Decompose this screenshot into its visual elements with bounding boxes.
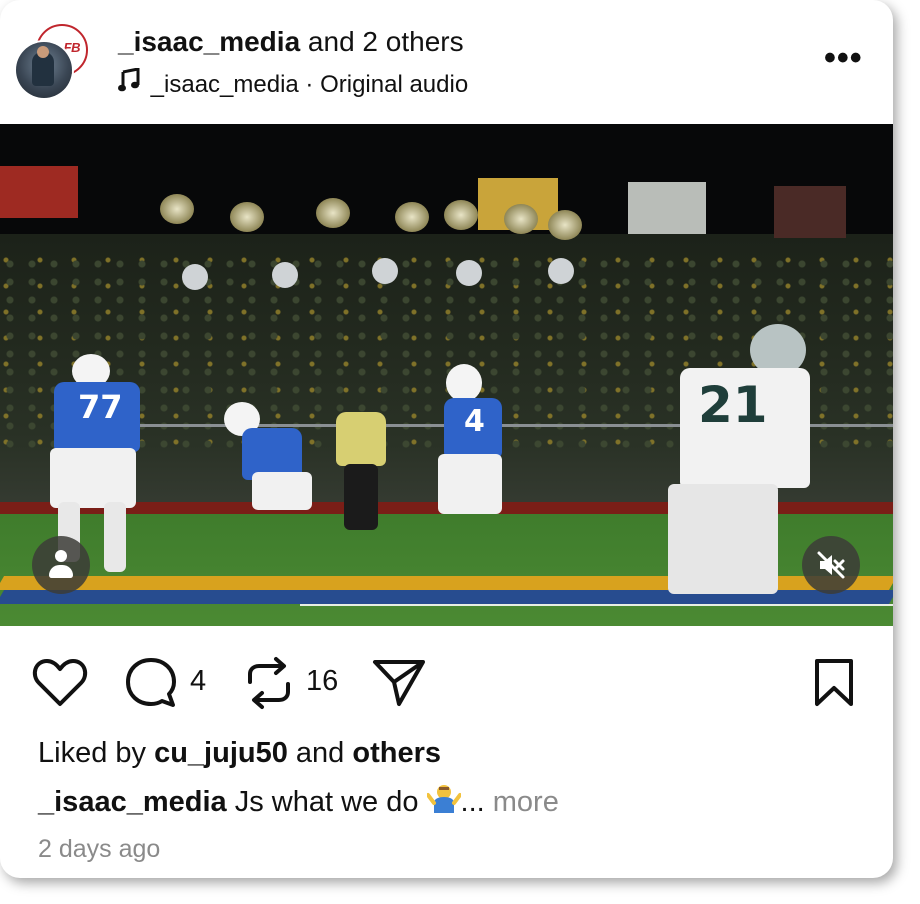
referee xyxy=(336,394,388,534)
timestamp: 2 days ago xyxy=(38,835,161,863)
tuba xyxy=(395,202,429,232)
post-card: FB _isaac_media and 2 others _isaac_medi… xyxy=(0,0,893,878)
tuba xyxy=(548,210,582,240)
audio-label: _isaac_media · Original audio xyxy=(150,71,469,98)
banner-left xyxy=(0,166,78,218)
avatar[interactable] xyxy=(16,42,72,98)
likes-middle: and xyxy=(287,737,353,769)
tuba xyxy=(444,200,478,230)
likes-prefix: Liked by xyxy=(38,737,155,769)
caption-author[interactable]: _isaac_media xyxy=(38,786,227,818)
action-bar: 4 16 xyxy=(0,640,893,730)
tuba xyxy=(230,202,264,232)
pants xyxy=(438,454,502,514)
caption: _isaac_media Js what we do ... more xyxy=(38,783,559,819)
pants xyxy=(668,484,778,594)
player-21: 21 xyxy=(632,324,822,624)
jersey-number: 4 xyxy=(464,404,485,439)
likes-line[interactable]: Liked by cu_juju50 and others xyxy=(38,737,441,770)
likes-others[interactable]: others xyxy=(352,737,441,769)
helmet xyxy=(446,364,482,402)
caption-text: Js what we do xyxy=(226,786,427,818)
person-icon-head xyxy=(55,550,67,562)
drum xyxy=(182,264,208,290)
more-icon[interactable]: ••• xyxy=(824,41,863,75)
video-player[interactable]: 77 4 21 xyxy=(0,124,893,626)
heart-icon[interactable] xyxy=(32,658,88,713)
caption-ellipsis: ... xyxy=(460,786,493,818)
comment-icon[interactable] xyxy=(124,656,178,715)
post-header: FB _isaac_media and 2 others _isaac_medi… xyxy=(0,0,893,124)
ref-shirt xyxy=(336,412,386,466)
night-sky xyxy=(0,124,893,244)
banner-star xyxy=(628,182,706,234)
person-icon-body xyxy=(49,565,73,578)
music-note-icon xyxy=(118,67,144,99)
audio-line[interactable]: _isaac_media · Original audio xyxy=(118,67,469,99)
drum xyxy=(456,260,482,286)
drum xyxy=(272,262,298,288)
shrug-emoji xyxy=(425,783,462,813)
ref-pants xyxy=(344,464,378,530)
banner-right xyxy=(774,186,846,238)
repost-icon[interactable] xyxy=(244,656,294,715)
mute-icon[interactable] xyxy=(802,536,860,594)
repost-count: 16 xyxy=(306,665,339,697)
jersey-number: 77 xyxy=(78,388,123,426)
bookmark-icon[interactable] xyxy=(812,658,856,713)
likes-user[interactable]: cu_juju50 xyxy=(154,737,288,769)
pants xyxy=(252,472,312,510)
jersey-number: 21 xyxy=(698,376,768,434)
comment-count: 4 xyxy=(190,665,207,697)
author-name[interactable]: _isaac_media xyxy=(118,26,300,57)
drum xyxy=(372,258,398,284)
player-lineman xyxy=(218,400,318,570)
tuba xyxy=(316,198,350,228)
player-4: 4 xyxy=(430,364,520,574)
pants xyxy=(50,448,136,508)
share-icon[interactable] xyxy=(372,658,426,713)
author-suffix: and 2 others xyxy=(300,26,464,57)
tuba xyxy=(504,204,538,234)
person-icon[interactable] xyxy=(32,536,90,594)
tuba xyxy=(160,194,194,224)
post-author-line[interactable]: _isaac_media and 2 others xyxy=(118,26,464,58)
drum xyxy=(548,258,574,284)
more-link[interactable]: more xyxy=(493,786,559,818)
avatar-head xyxy=(37,46,49,58)
leg xyxy=(104,502,126,572)
